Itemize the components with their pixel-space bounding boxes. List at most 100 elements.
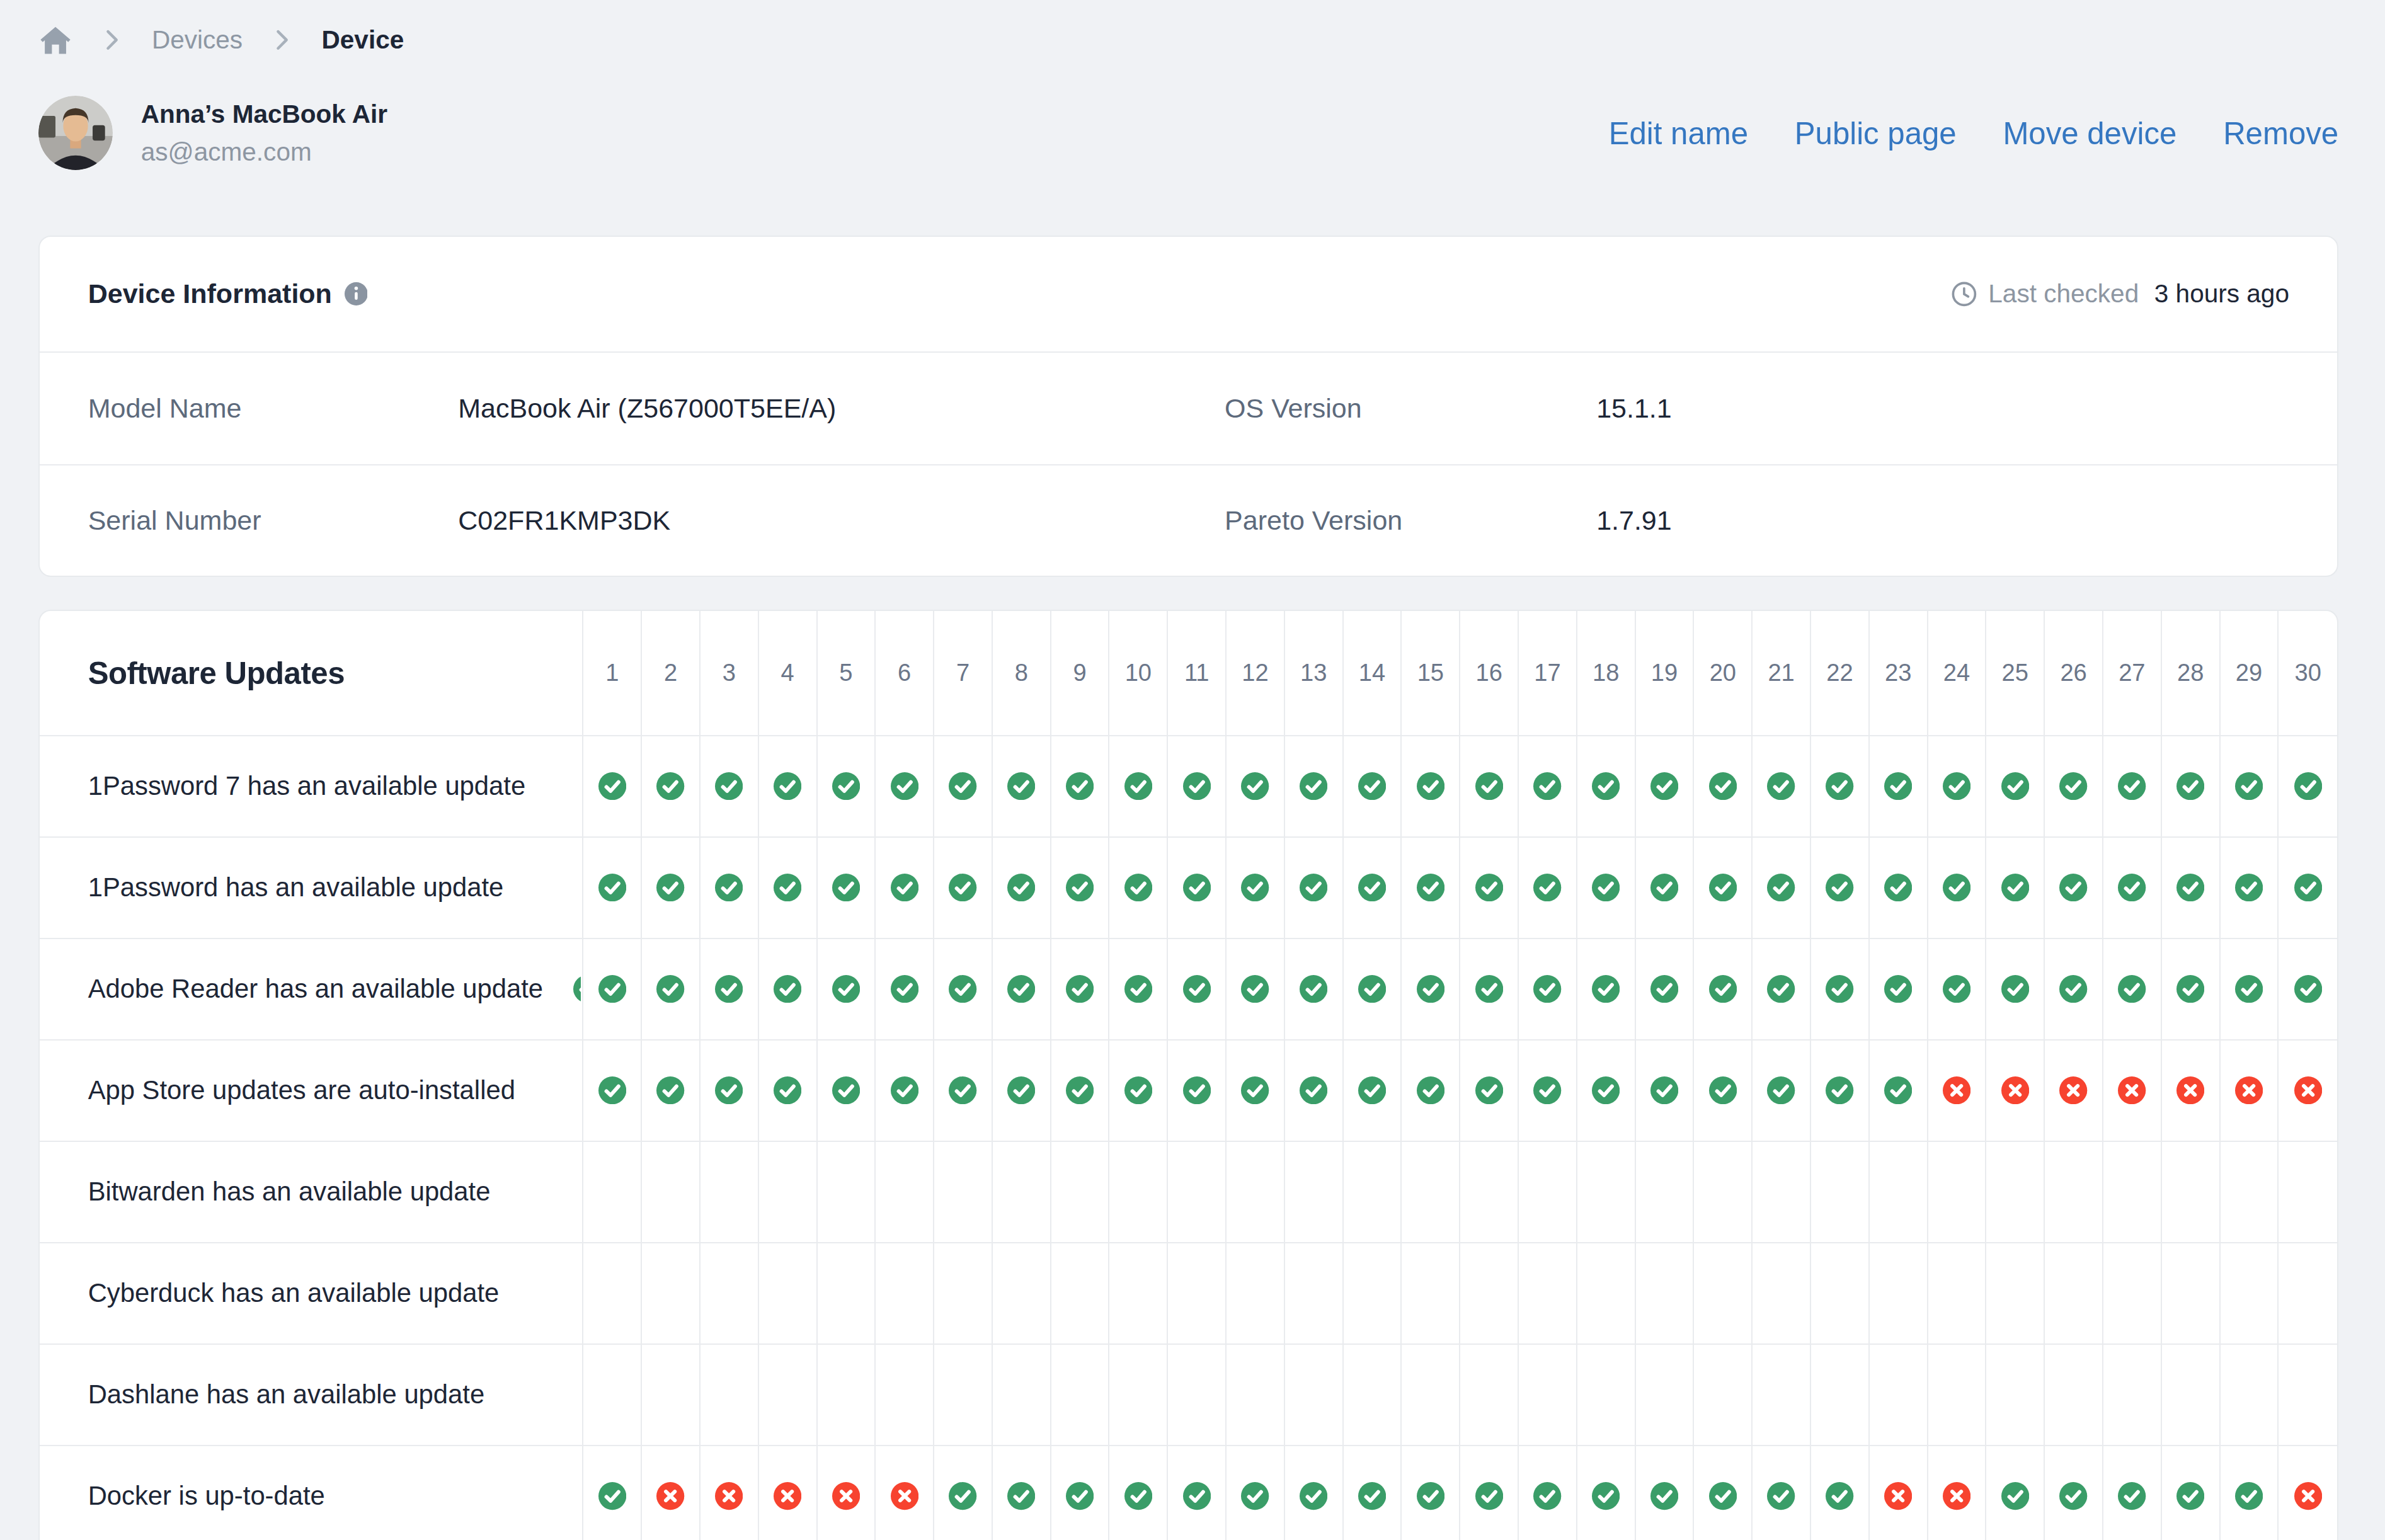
status-cell [2221,1243,2279,1345]
status-cell [993,838,1051,939]
status-fail-icon [1884,1482,1912,1510]
status-cell [1928,1345,1987,1446]
status-cell [642,1345,701,1446]
public-page-link[interactable]: Public page [1795,115,1957,151]
status-cell [1285,838,1344,939]
day-column-header: 26 [2045,611,2103,736]
status-cell [701,1041,759,1142]
software-update-label: Cyberduck has an available update [88,1278,500,1308]
status-fail-icon [2118,1076,2146,1104]
status-cell [759,939,818,1041]
status-cell [2221,1041,2279,1142]
status-cell [1753,1345,1811,1446]
status-pass-icon [715,772,743,800]
status-pass-icon [1124,772,1152,800]
status-cell [1636,939,1695,1041]
status-cell [1168,1446,1227,1540]
device-information-header: Device Information Last checked 3 hours … [40,237,2337,353]
status-pass-icon [1767,874,1795,901]
status-cell [1811,1446,1870,1540]
edit-name-link[interactable]: Edit name [1609,115,1748,151]
status-cell [2162,1345,2221,1446]
status-cell [1051,1345,1110,1446]
info-icon[interactable] [345,282,368,305]
day-column-header: 14 [1344,611,1402,736]
status-cell [2045,1345,2103,1446]
status-cell [1753,1142,1811,1243]
status-cell [1928,736,1987,838]
software-update-label: 1Password 7 has an available update [88,771,526,801]
status-pass-icon [1124,975,1152,1003]
status-cell [1636,838,1695,939]
status-cell [1636,1142,1695,1243]
status-pass-icon [1007,772,1035,800]
chevron-right-icon [105,28,119,52]
status-pass-icon [1709,874,1737,901]
status-pass-icon [2294,874,2322,901]
status-cell [2103,1041,2162,1142]
breadcrumb-devices[interactable]: Devices [152,25,243,55]
status-cell [993,1345,1051,1446]
status-cell [934,736,993,838]
status-cell [701,939,759,1041]
status-cell [1928,1243,1987,1345]
status-pass-icon [1124,874,1152,901]
field-label: OS Version [1225,393,1596,424]
day-column-header: 20 [1694,611,1753,736]
status-cell [1986,1243,2045,1345]
status-cell [1636,1041,1695,1142]
status-cell [1577,1142,1636,1243]
day-column-header: 11 [1168,611,1227,736]
status-cell [1344,1446,1402,1540]
day-column-header: 23 [1870,611,1928,736]
status-pass-icon [656,1076,684,1104]
status-cell [1870,1243,1928,1345]
device-owner-email: as@acme.com [141,137,387,167]
day-column-header: 17 [1519,611,1577,736]
status-cell [1577,1446,1636,1540]
status-pass-icon [2059,874,2087,901]
day-column-header: 3 [701,611,759,736]
status-pass-icon [774,772,801,800]
status-cell [642,1243,701,1345]
status-cell [2045,1142,2103,1243]
remove-link[interactable]: Remove [2223,115,2338,151]
status-pass-icon [1358,975,1386,1003]
status-pass-icon [1358,772,1386,800]
status-pass-icon [1943,772,1970,800]
status-cell [2279,736,2337,838]
status-pass-icon [1241,874,1269,901]
status-cell [2103,939,2162,1041]
status-cell [1694,939,1753,1041]
move-device-link[interactable]: Move device [2003,115,2176,151]
software-updates-card: Software Updates123456789101112131415161… [38,610,2338,1540]
status-cell [1402,736,1460,838]
home-icon[interactable] [38,23,72,57]
status-cell [1168,1142,1227,1243]
status-cell [1402,838,1460,939]
status-cell [759,838,818,939]
status-cell [642,1446,701,1540]
status-pass-icon [598,772,626,800]
status-cell [1344,736,1402,838]
status-pass-icon [1358,1076,1386,1104]
status-pass-icon [1007,874,1035,901]
device-name: Anna’s MacBook Air [141,100,387,129]
status-cell [1870,1041,1928,1142]
status-cell [876,939,934,1041]
status-cell [1986,1345,2045,1446]
status-pass-icon [1533,772,1561,800]
day-column-header: 2 [642,611,701,736]
status-cell [701,838,759,939]
status-cell [1227,1446,1285,1540]
status-pass-icon [1943,975,1970,1003]
status-pass-icon [1884,874,1912,901]
status-cell [1694,1446,1753,1540]
status-cell [2279,1243,2337,1345]
status-cell [1051,939,1110,1041]
status-pass-icon [1124,1076,1152,1104]
status-cell [818,736,876,838]
status-cell [1227,838,1285,939]
status-cell [2279,1345,2337,1446]
day-column-header: 5 [818,611,876,736]
